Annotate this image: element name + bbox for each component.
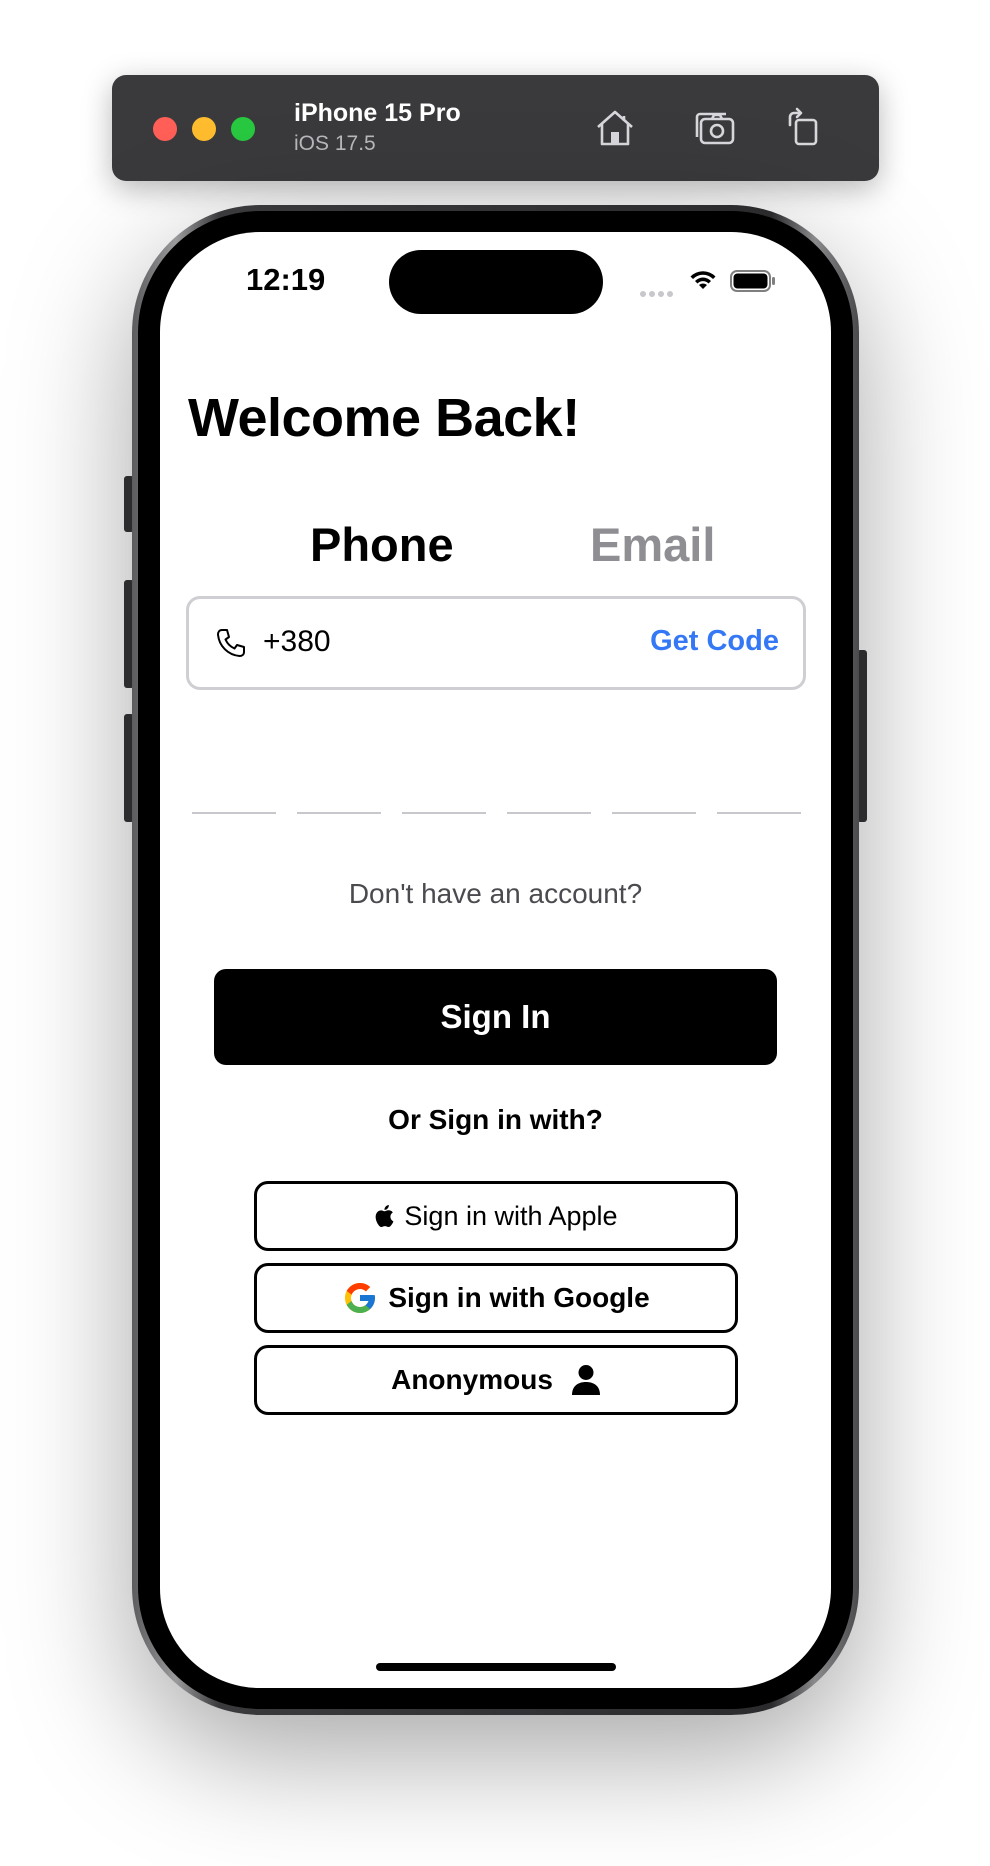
tab-phone[interactable]: Phone — [310, 517, 454, 572]
otp-code-row — [192, 812, 802, 816]
dynamic-island — [389, 250, 603, 314]
device-name: iPhone 15 Pro — [294, 99, 461, 127]
no-account-link[interactable]: Don't have an account? — [160, 878, 831, 910]
get-code-button[interactable]: Get Code — [650, 625, 779, 658]
otp-slot-1[interactable] — [192, 812, 276, 814]
google-logo-icon — [345, 1283, 376, 1313]
minimize-window-button[interactable] — [192, 117, 216, 141]
apple-logo-icon — [376, 1205, 394, 1227]
status-time: 12:19 — [246, 262, 326, 297]
apple-button-label: Sign in with Apple — [404, 1200, 618, 1231]
os-version: iOS 17.5 — [294, 132, 376, 155]
otp-slot-5[interactable] — [612, 812, 696, 814]
page-title: Welcome Back! — [188, 388, 580, 448]
sign-in-with-apple-button[interactable]: Sign in with Apple — [254, 1181, 738, 1251]
cellular-dots-icon — [640, 284, 676, 302]
rotate-icon[interactable] — [782, 105, 828, 151]
wifi-icon — [690, 271, 716, 289]
zoom-window-button[interactable] — [231, 117, 255, 141]
sign-in-button[interactable]: Sign In — [214, 969, 777, 1065]
phone-icon — [217, 629, 245, 657]
screenshot-icon[interactable] — [692, 105, 738, 151]
sign-in-anonymous-button[interactable]: Anonymous — [254, 1345, 738, 1415]
person-icon — [571, 1365, 600, 1395]
or-sign-in-label: Or Sign in with? — [388, 1104, 603, 1135]
home-indicator[interactable] — [376, 1663, 616, 1671]
google-button-label: Sign in with Google — [388, 1282, 650, 1313]
phone-number-field[interactable]: +380 Get Code — [186, 596, 806, 690]
otp-slot-3[interactable] — [402, 812, 486, 814]
otp-slot-6[interactable] — [717, 812, 801, 814]
phone-number-input[interactable]: +380 — [263, 625, 331, 659]
tab-email[interactable]: Email — [590, 517, 715, 572]
otp-slot-2[interactable] — [297, 812, 381, 814]
close-window-button[interactable] — [153, 117, 177, 141]
otp-slot-4[interactable] — [507, 812, 591, 814]
phone-screen: 12:19 Welcome Back! Phone Email +380 Get… — [160, 232, 831, 1688]
sign-in-with-google-button[interactable]: Sign in with Google — [254, 1263, 738, 1333]
home-icon[interactable] — [592, 105, 638, 151]
simulator-toolbar: iPhone 15 Pro iOS 17.5 — [112, 75, 879, 181]
anonymous-button-label: Anonymous — [391, 1364, 553, 1395]
battery-icon — [730, 270, 775, 292]
